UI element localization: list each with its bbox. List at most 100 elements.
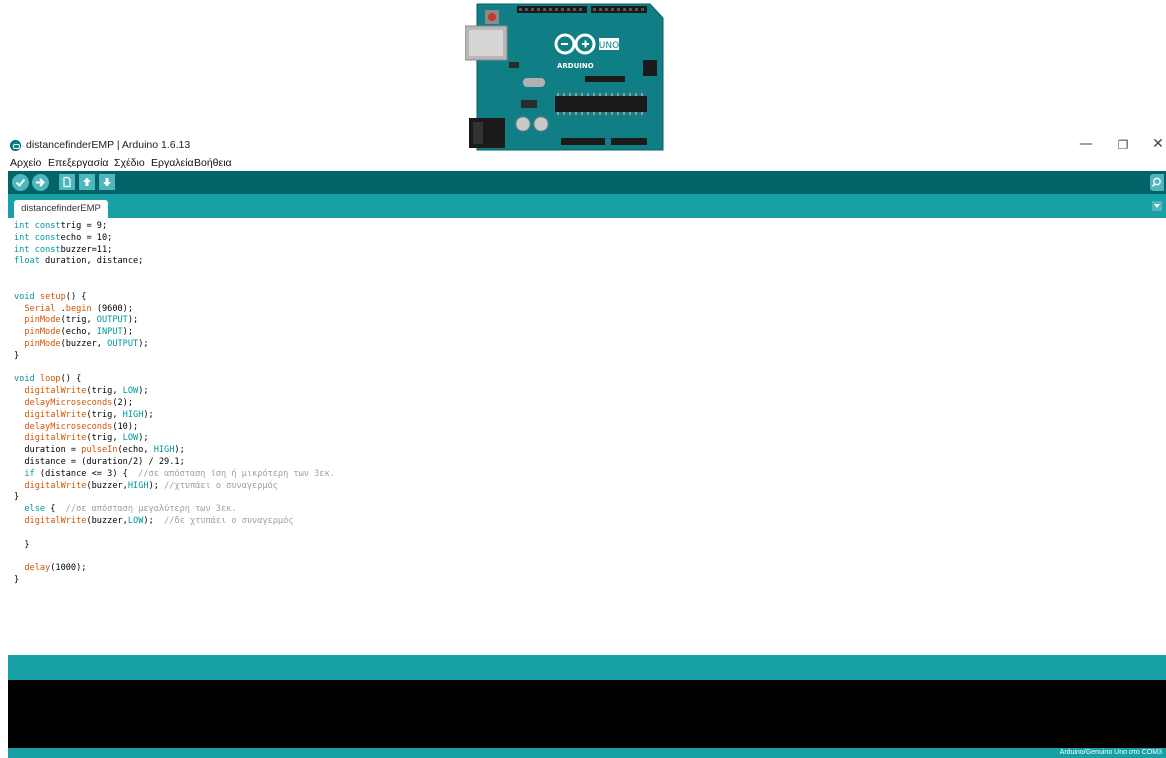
code-token: delayMicroseconds: [24, 397, 113, 408]
board-port-status: Arduino/Genuino Uno στο COM3: [1059, 749, 1162, 756]
code-token: duration =: [14, 445, 82, 456]
code-token: digitalWrite: [24, 433, 87, 444]
code-editor[interactable]: int consttrig = 9; int constecho = 10; int…: [8, 218, 1166, 654]
code-token: //χτυπάει ο συναγερμός: [164, 480, 278, 491]
open-button[interactable]: [79, 174, 95, 190]
code-line: void loop() {: [14, 374, 335, 386]
arduino-app-icon: [10, 140, 21, 151]
code-line: digitalWrite(buzzer,LOW); //δε χτυπάει ο…: [14, 516, 335, 528]
menu-help[interactable]: Βοήθεια: [194, 157, 232, 169]
code-line: }: [14, 575, 335, 587]
code-line: digitalWrite(buzzer,HIGH); //χτυπάει ο σ…: [14, 481, 335, 493]
code-token: );: [127, 315, 139, 326]
board-uno-text: UNO: [599, 41, 619, 51]
code-token: int const: [14, 232, 61, 243]
code-token: {: [45, 504, 66, 515]
menu-edit[interactable]: Επεξεργασία: [48, 157, 109, 169]
code-token: );: [143, 515, 159, 526]
serial-monitor-button[interactable]: [1150, 174, 1164, 191]
code-token: digitalWrite: [24, 480, 87, 491]
code-token: );: [122, 327, 134, 338]
code-token: Serial: [24, 303, 56, 314]
code-line: pinMode(echo, INPUT);: [14, 327, 335, 339]
code-line: else { //σε απόσταση μεγαλύτερη των 3εκ.: [14, 504, 335, 516]
code-token: begin: [65, 303, 92, 314]
code-token: (2);: [112, 397, 134, 408]
maximize-button[interactable]: ❐: [1113, 138, 1133, 152]
code-token: }: [14, 574, 20, 585]
code-token: }: [14, 539, 30, 550]
code-token: (echo,: [60, 327, 97, 338]
code-token: setup: [39, 291, 66, 302]
code-token: //δε χτυπάει ο συναγερμός: [158, 515, 294, 526]
menu-file[interactable]: Αρχείο: [10, 157, 41, 169]
code-token: (echo,: [117, 445, 154, 456]
code-token: HIGH: [127, 480, 149, 491]
code-token: (buzzer,: [86, 480, 128, 491]
code-line: digitalWrite(trig, LOW);: [14, 386, 335, 398]
code-token: LOW: [127, 515, 144, 526]
serial-monitor-icon: [1151, 177, 1161, 187]
code-token: );: [138, 338, 149, 349]
code-token: (10);: [112, 421, 139, 432]
code-token: duration, distance;: [39, 256, 144, 267]
new-button[interactable]: [59, 174, 75, 190]
upload-icon: [36, 178, 45, 187]
new-icon: [63, 176, 71, 188]
code-token: (trig,: [60, 315, 97, 326]
window-title: distancefinderEMP | Arduino 1.6.13: [26, 139, 191, 151]
verify-icon: [15, 178, 26, 187]
code-token: OUTPUT: [107, 338, 139, 349]
code-token: //σε απόσταση μεγαλύτερη των 3εκ.: [65, 504, 237, 515]
code-token: INPUT: [96, 327, 123, 338]
window-titlebar: distancefinderEMP | Arduino 1.6.13 — ❐ ✕: [0, 136, 1166, 158]
code-token: (trig,: [86, 433, 123, 444]
code-token: loop: [39, 374, 61, 385]
code-line: pinMode(buzzer, OUTPUT);: [14, 339, 335, 351]
menu-tools[interactable]: Εργαλεία: [151, 157, 194, 169]
code-line: Serial .begin (9600);: [14, 304, 335, 316]
board-brand-text: ARDUINO: [557, 62, 594, 70]
upload-button[interactable]: [32, 174, 49, 191]
code-token: buzzer=11;: [60, 244, 113, 255]
verify-button[interactable]: [12, 174, 29, 191]
code-line: digitalWrite(trig, LOW);: [14, 433, 335, 445]
code-line: delay(1000);: [14, 563, 335, 575]
close-button[interactable]: ✕: [1148, 136, 1166, 152]
tab-menu-button[interactable]: [1152, 201, 1162, 211]
code-token: pinMode: [24, 315, 61, 326]
minimize-button[interactable]: —: [1076, 136, 1096, 152]
code-line: duration = pulseIn(echo, HIGH);: [14, 445, 335, 457]
code-token: digitalWrite: [24, 409, 87, 420]
tab-bar: distancefinderEMP: [8, 194, 1166, 218]
code-token: (buzzer,: [60, 338, 108, 349]
code-token: }: [14, 350, 20, 361]
code-token: .: [55, 303, 66, 314]
code-line: digitalWrite(trig, HIGH);: [14, 410, 335, 422]
code-token: (1000);: [50, 563, 87, 574]
console-output: [8, 680, 1166, 748]
code-token: );: [143, 409, 154, 420]
code-token: (trig,: [86, 409, 123, 420]
code-token: pinMode: [24, 338, 61, 349]
code-token: void: [14, 291, 35, 302]
save-button[interactable]: [99, 174, 115, 190]
code-token: );: [174, 445, 185, 456]
code-line: if (distance <= 3) { //σε απόσταση ίση ή…: [14, 468, 335, 481]
menu-sketch[interactable]: Σχέδιο: [114, 157, 145, 169]
code-token: //σε απόσταση ίση ή μικρότερη των 3εκ.: [138, 468, 335, 479]
code-token: }: [14, 492, 20, 503]
code-line: delayMicroseconds(10);: [14, 422, 335, 434]
tab-sketch[interactable]: distancefinderEMP: [14, 200, 108, 218]
